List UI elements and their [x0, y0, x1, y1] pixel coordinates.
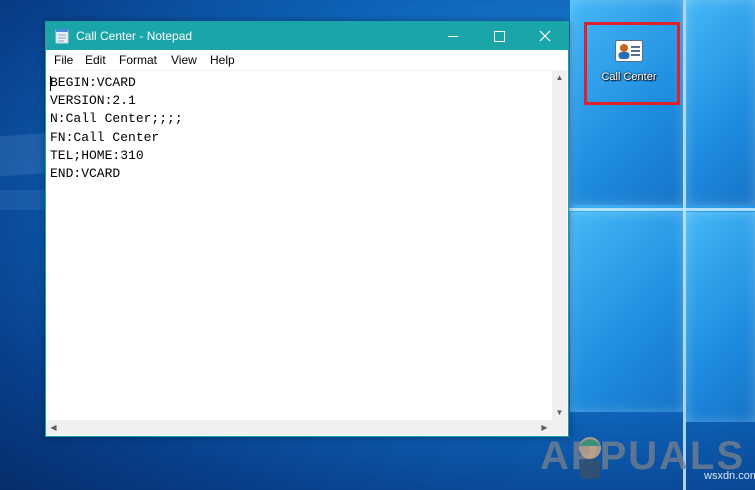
site-watermark: wsxdn.com	[704, 470, 755, 482]
close-button[interactable]	[522, 22, 568, 50]
menu-format[interactable]: Format	[119, 53, 157, 67]
logo-pane	[570, 212, 683, 412]
scroll-down-arrow-icon[interactable]: ▼	[552, 405, 567, 420]
menu-file[interactable]: File	[54, 53, 73, 67]
menu-help[interactable]: Help	[210, 53, 235, 67]
logo-divider	[683, 0, 686, 490]
editor-content: BEGIN:VCARD VERSION:2.1 N:Call Center;;;…	[50, 74, 183, 183]
content-line: TEL;HOME:310	[50, 147, 144, 163]
menu-edit[interactable]: Edit	[85, 53, 106, 67]
maximize-icon	[493, 30, 505, 42]
content-line: VERSION:2.1	[50, 93, 136, 109]
text-editor[interactable]: BEGIN:VCARD VERSION:2.1 N:Call Center;;;…	[46, 70, 552, 421]
title-bar[interactable]: Call Center - Notepad	[46, 22, 568, 50]
logo-pane	[686, 0, 755, 205]
maximize-button[interactable]	[476, 22, 522, 50]
desktop-icon-label: Call Center	[601, 71, 657, 83]
contact-card-icon	[615, 40, 643, 62]
scroll-right-arrow-icon[interactable]: ▶	[537, 420, 552, 435]
appuals-mascot-icon	[579, 437, 601, 479]
notepad-window[interactable]: Call Center - Notepad File Edit Format V…	[45, 21, 569, 437]
minimize-icon	[448, 35, 458, 37]
resize-grip[interactable]	[552, 420, 567, 435]
vertical-scrollbar[interactable]: ▲ ▼	[552, 70, 567, 420]
content-line: END:VCARD	[50, 166, 121, 182]
scroll-up-arrow-icon[interactable]: ▲	[552, 70, 567, 85]
desktop-icon-call-center[interactable]: Call Center	[594, 35, 674, 95]
scroll-left-arrow-icon[interactable]: ◀	[46, 420, 61, 435]
notepad-icon	[55, 29, 69, 44]
content-line: BEGIN:VCARD	[50, 75, 136, 90]
menu-view[interactable]: View	[171, 53, 197, 67]
menu-bar: File Edit Format View Help	[46, 50, 568, 70]
window-title: Call Center - Notepad	[76, 29, 193, 43]
minimize-button[interactable]	[430, 22, 476, 50]
content-line: FN:Call Center	[50, 129, 160, 145]
content-line: N:Call Center;;;;	[50, 111, 183, 127]
logo-pane	[686, 212, 755, 422]
logo-divider	[567, 208, 755, 211]
close-icon	[539, 30, 551, 42]
horizontal-scrollbar[interactable]: ◀ ▶	[46, 420, 552, 435]
